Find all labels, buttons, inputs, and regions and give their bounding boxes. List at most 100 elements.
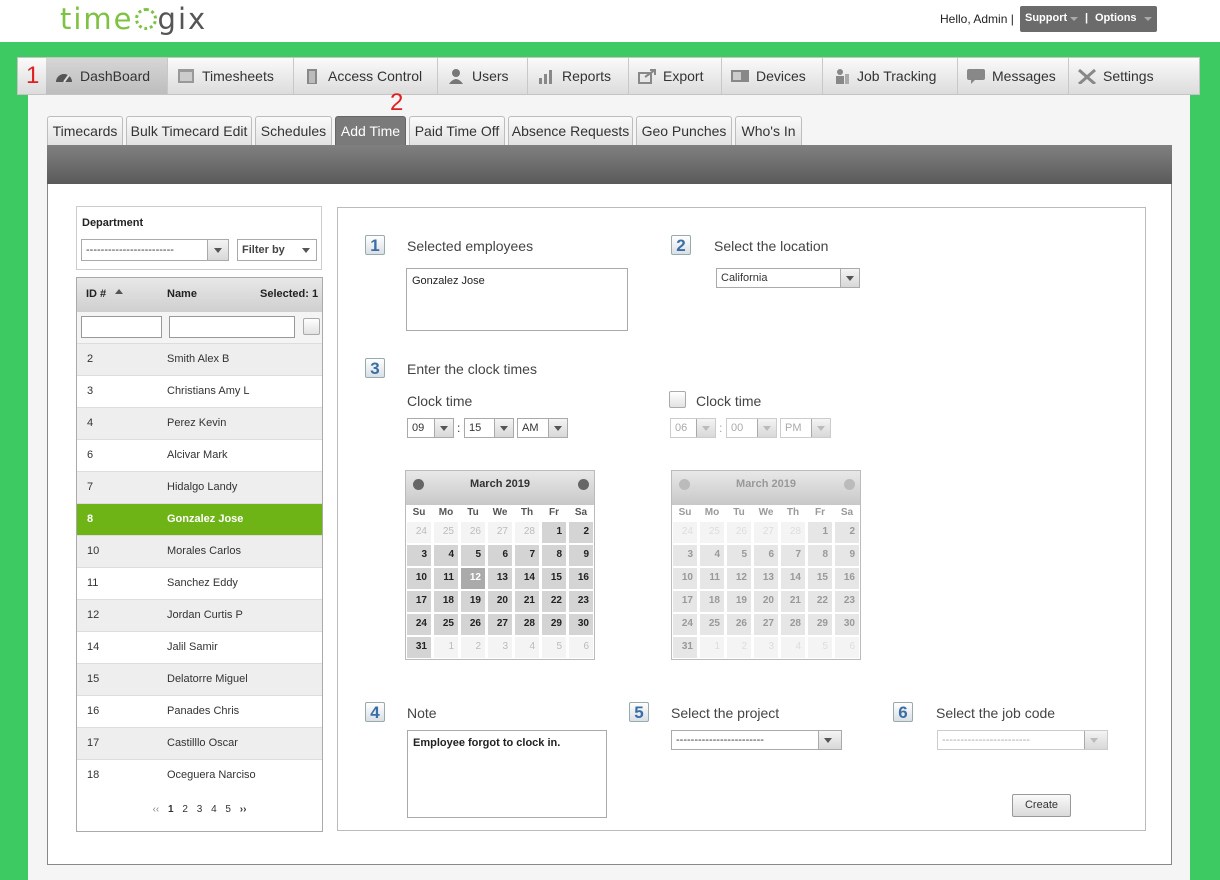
calendar-day[interactable]: 7 — [514, 544, 540, 567]
calendar-day[interactable]: 31 — [406, 636, 432, 659]
prev-month-icon[interactable] — [679, 479, 690, 490]
tab-absence-requests[interactable]: Absence Requests — [508, 116, 633, 145]
column-id-header[interactable]: ID # — [86, 288, 106, 300]
calendar-day[interactable]: 27 — [487, 613, 513, 636]
nav-access-control[interactable]: Access Control — [294, 58, 438, 94]
calendar-day[interactable]: 4 — [433, 544, 459, 567]
calendar-day[interactable]: 23 — [568, 590, 594, 613]
calendar-day[interactable]: 20 — [487, 590, 513, 613]
calendar-day[interactable]: 24 — [406, 613, 432, 636]
calendar-day[interactable]: 6 — [568, 636, 594, 659]
calendar-day[interactable]: 18 — [433, 590, 459, 613]
employee-row[interactable]: 10 Morales Carlos — [77, 535, 322, 567]
calendar-day[interactable]: 31 — [672, 636, 698, 659]
calendar-day[interactable]: 28 — [780, 613, 806, 636]
calendar-day[interactable]: 2 — [460, 636, 486, 659]
calendar-day[interactable]: 18 — [699, 590, 725, 613]
calendar-day[interactable]: 16 — [568, 567, 594, 590]
calendar-day[interactable]: 27 — [487, 521, 513, 544]
calendar-day[interactable]: 19 — [726, 590, 752, 613]
pager-next[interactable]: ›› — [240, 804, 247, 815]
calendar-day[interactable]: 6 — [834, 636, 860, 659]
calendar-day[interactable]: 10 — [672, 567, 698, 590]
options-button[interactable]: Options — [1095, 12, 1137, 24]
note-textarea[interactable]: Employee forgot to clock in. — [407, 730, 607, 818]
calendar-day[interactable]: 19 — [460, 590, 486, 613]
employee-row[interactable]: 8 Gonzalez Jose — [77, 503, 322, 535]
calendar-day[interactable]: 6 — [487, 544, 513, 567]
calendar-day[interactable]: 29 — [807, 613, 833, 636]
calendar-day[interactable]: 3 — [406, 544, 432, 567]
clock-out-minute-select[interactable]: 00 — [726, 418, 777, 438]
employee-row[interactable]: 4 Perez Kevin — [77, 407, 322, 439]
calendar-day[interactable]: 20 — [753, 590, 779, 613]
calendar-day[interactable]: 3 — [672, 544, 698, 567]
department-select[interactable]: ------------------------ — [81, 239, 229, 261]
calendar-day[interactable]: 13 — [753, 567, 779, 590]
calendar-day[interactable]: 15 — [541, 567, 567, 590]
calendar-day[interactable]: 23 — [834, 590, 860, 613]
calendar-day[interactable]: 14 — [514, 567, 540, 590]
calendar-day[interactable]: 24 — [672, 521, 698, 544]
nav-users[interactable]: Users — [438, 58, 528, 94]
nav-dashboard[interactable]: DashBoard — [46, 58, 168, 94]
employee-row[interactable]: 16 Panades Chris — [77, 695, 322, 727]
calendar-day[interactable]: 24 — [406, 521, 432, 544]
calendar-day[interactable]: 7 — [780, 544, 806, 567]
employee-row[interactable]: 2 Smith Alex B — [77, 343, 322, 375]
calendar-day[interactable]: 27 — [753, 613, 779, 636]
tab-timecards[interactable]: Timecards — [47, 116, 123, 145]
nav-reports[interactable]: Reports — [528, 58, 629, 94]
calendar-day[interactable]: 6 — [753, 544, 779, 567]
tab-paid-time-off[interactable]: Paid Time Off — [409, 116, 505, 145]
next-month-icon[interactable] — [578, 479, 589, 490]
calendar-day[interactable]: 30 — [834, 613, 860, 636]
calendar-day[interactable]: 9 — [834, 544, 860, 567]
calendar-day[interactable]: 2 — [568, 521, 594, 544]
pager-prev[interactable]: ‹‹ — [153, 804, 160, 815]
calendar-day[interactable]: 5 — [460, 544, 486, 567]
calendar-day[interactable]: 9 — [568, 544, 594, 567]
calendar-day[interactable]: 22 — [807, 590, 833, 613]
calendar-day[interactable]: 5 — [726, 544, 752, 567]
clock-in-minute-select[interactable]: 15 — [464, 418, 514, 438]
nav-timesheets[interactable]: Timesheets — [168, 58, 294, 94]
calendar-day[interactable]: 2 — [726, 636, 752, 659]
pager-page-4[interactable]: 4 — [211, 804, 217, 815]
name-filter-input[interactable] — [169, 316, 295, 338]
employee-row[interactable]: 6 Alcivar Mark — [77, 439, 322, 471]
location-select[interactable]: California — [716, 268, 860, 288]
calendar-day[interactable]: 14 — [780, 567, 806, 590]
employee-row[interactable]: 17 Castilllo Oscar — [77, 727, 322, 759]
calendar-day[interactable]: 8 — [807, 544, 833, 567]
calendar-day[interactable]: 29 — [541, 613, 567, 636]
calendar-day[interactable]: 3 — [487, 636, 513, 659]
calendar-day[interactable]: 30 — [568, 613, 594, 636]
calendar-day[interactable]: 5 — [541, 636, 567, 659]
calendar-day[interactable]: 1 — [807, 521, 833, 544]
calendar-day[interactable]: 27 — [753, 521, 779, 544]
clock-in-ampm-select[interactable]: AM — [517, 418, 568, 438]
calendar-day[interactable]: 22 — [541, 590, 567, 613]
id-filter-input[interactable] — [81, 316, 162, 338]
calendar-day[interactable]: 26 — [460, 521, 486, 544]
calendar-day[interactable]: 17 — [406, 590, 432, 613]
employee-row[interactable]: 14 Jalil Samir — [77, 631, 322, 663]
calendar-day[interactable]: 4 — [514, 636, 540, 659]
clock-in-hour-select[interactable]: 09 — [407, 418, 454, 438]
calendar-day[interactable]: 28 — [514, 613, 540, 636]
calendar-day[interactable]: 1 — [433, 636, 459, 659]
calendar-day[interactable]: 26 — [726, 521, 752, 544]
employee-row[interactable]: 15 Delatorre Miguel — [77, 663, 322, 695]
support-button[interactable]: Support — [1025, 12, 1067, 24]
calendar-day[interactable]: 16 — [834, 567, 860, 590]
calendar-day[interactable]: 25 — [699, 521, 725, 544]
nav-devices[interactable]: Devices — [722, 58, 823, 94]
calendar-day[interactable]: 28 — [780, 521, 806, 544]
nav-messages[interactable]: Messages — [958, 58, 1069, 94]
calendar-day[interactable]: 5 — [807, 636, 833, 659]
calendar-day[interactable]: 4 — [780, 636, 806, 659]
clock-out-ampm-select[interactable]: PM — [780, 418, 831, 438]
calendar-day[interactable]: 1 — [541, 521, 567, 544]
tab-add-time[interactable]: Add Time — [335, 116, 406, 145]
